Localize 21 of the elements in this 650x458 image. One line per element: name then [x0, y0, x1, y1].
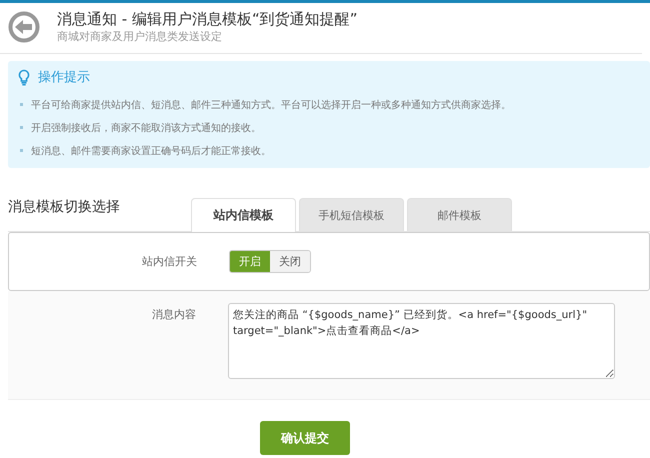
tips-title: 操作提示 — [38, 69, 90, 86]
section-title: 消息模板切换选择 — [8, 198, 121, 216]
bullet-icon — [20, 126, 23, 129]
bullet-icon — [20, 149, 23, 152]
tab[interactable]: 邮件模板 — [407, 198, 512, 231]
switch-option[interactable]: 关闭 — [270, 251, 310, 272]
tab[interactable]: 手机短信模板 — [299, 198, 404, 231]
message-textarea[interactable]: 您关注的商品 “{$goods_name}” 已经到货。<a href="{$goods_url}" target="_blank">点击查看商品</a> — [228, 303, 615, 379]
tip-text: 平台可给商家提供站内信、短消息、邮件三种通知方式。平台可以选择开启一种或多种通知方式供商家选择。 — [31, 98, 511, 112]
tip-text: 短消息、邮件需要商家设置正确号码后才能正常接收。 — [31, 144, 271, 158]
bullet-icon — [20, 103, 23, 106]
page-title: 消息通知 - 编辑用户消息模板“到货通知提醒” — [57, 9, 358, 29]
field-label: 消息内容 — [151, 307, 197, 322]
back-button[interactable] — [8, 11, 40, 43]
switch-option[interactable]: 开启 — [230, 251, 270, 272]
submit-button[interactable]: 确认提交 — [260, 421, 350, 455]
lightbulb-icon — [18, 68, 30, 86]
field-label: 站内信开关 — [141, 254, 198, 269]
page-subtitle: 商城对商家及用户消息类发送设定 — [57, 29, 223, 45]
tip-text: 开启强制接收后，商家不能取消该方式通知的接收。 — [31, 122, 261, 134]
tab[interactable]: 站内信模板 — [191, 198, 296, 232]
